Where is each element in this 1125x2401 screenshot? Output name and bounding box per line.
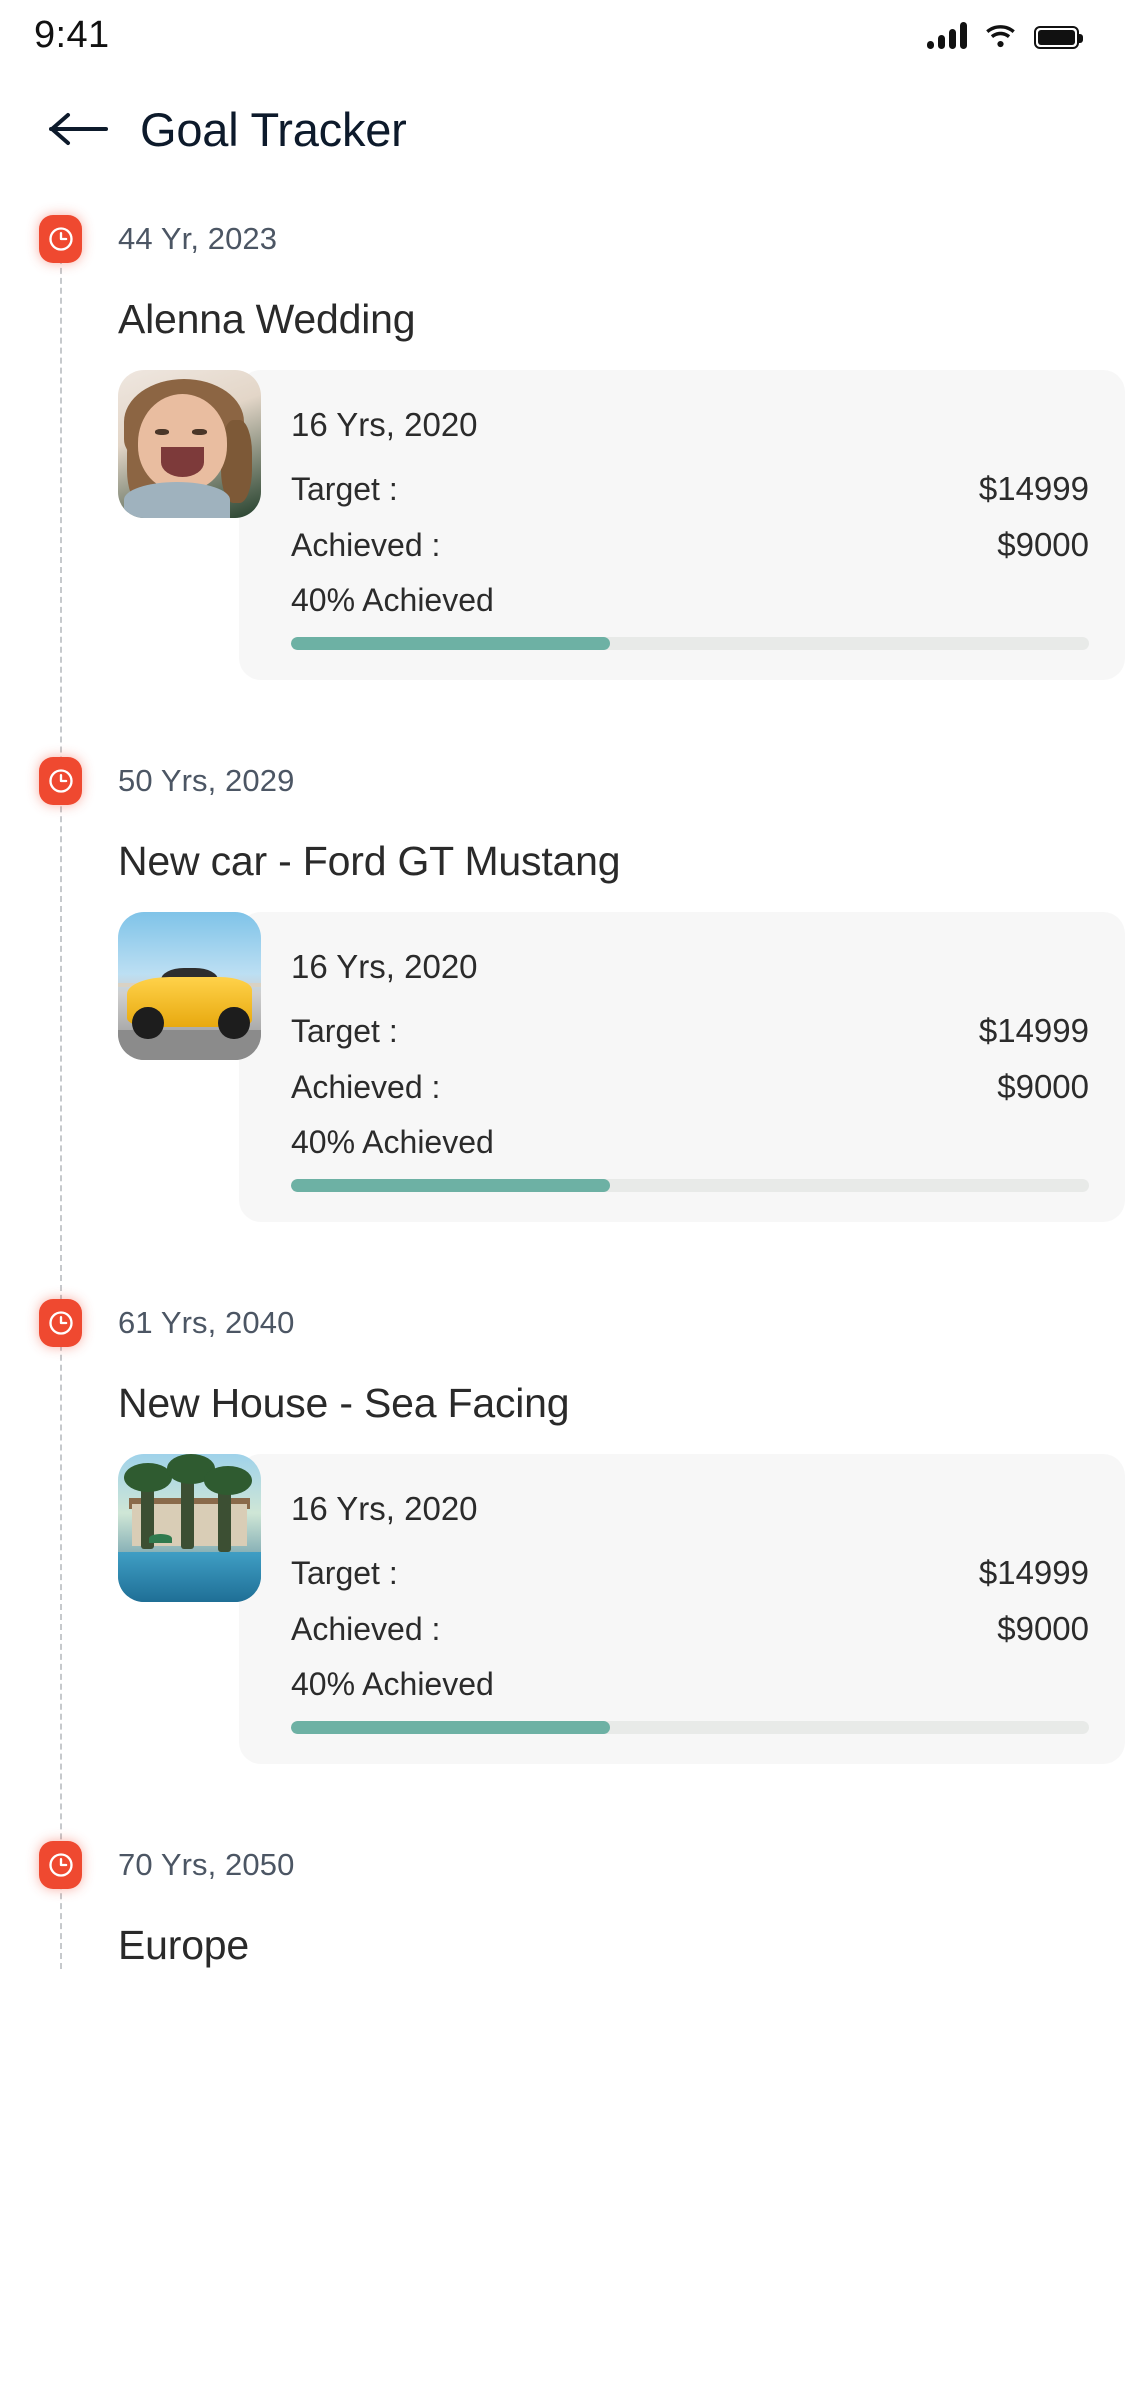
goal-detail-row: 16 Yrs, 2020 Target : $14999 Achieved : …: [118, 912, 1125, 1222]
entry-spacer: [0, 680, 1125, 750]
goal-detail-row: 16 Yrs, 2020 Target : $14999 Achieved : …: [118, 1454, 1125, 1764]
goal-target-value: $14999: [978, 470, 1089, 507]
goal-percent-label: 40% Achieved: [291, 1666, 494, 1702]
goal-achieved-line: Achieved : $9000: [291, 1068, 1089, 1106]
goal-entry-header: 70 Yrs, 2050: [39, 1834, 1125, 1896]
battery-icon: [1034, 26, 1083, 49]
clock-icon: [39, 1299, 82, 1347]
goal-thumbnail[interactable]: [118, 1454, 261, 1602]
goal-achieved-label: Achieved :: [291, 1611, 441, 1647]
goal-target-value: $14999: [978, 1012, 1089, 1049]
goal-date: 50 Yrs, 2029: [118, 763, 295, 798]
back-button[interactable]: [48, 109, 110, 149]
status-icons: [927, 21, 1083, 49]
goal-thumbnail[interactable]: [118, 912, 261, 1060]
goal-title: New House - Sea Facing: [118, 1380, 570, 1426]
goal-entry-header: 50 Yrs, 2029: [39, 750, 1125, 812]
goal-detail-row: 16 Yrs, 2020 Target : $14999 Achieved : …: [118, 370, 1125, 680]
goal-thumbnail[interactable]: [118, 370, 261, 518]
goal-card: 16 Yrs, 2020 Target : $14999 Achieved : …: [239, 370, 1125, 680]
goal-achieved-line: Achieved : $9000: [291, 526, 1089, 564]
entry-spacer: [0, 1222, 1125, 1292]
app-header: Goal Tracker: [0, 70, 1125, 188]
goal-card: 16 Yrs, 2020 Target : $14999 Achieved : …: [239, 1454, 1125, 1764]
goal-title: Europe: [118, 1922, 250, 1968]
goal-entry-header: 44 Yr, 2023: [39, 208, 1125, 270]
goal-card-date: 16 Yrs, 2020: [291, 948, 478, 985]
goal-achieved-value: $9000: [997, 1068, 1089, 1105]
entry-spacer: [0, 1764, 1125, 1834]
goal-card-date: 16 Yrs, 2020: [291, 406, 478, 443]
goal-progress-bar: [291, 1179, 1089, 1192]
goal-title: Alenna Wedding: [118, 296, 416, 342]
goal-card-date: 16 Yrs, 2020: [291, 1490, 478, 1527]
goal-achieved-line: Achieved : $9000: [291, 1610, 1089, 1648]
goal-percent-label: 40% Achieved: [291, 1124, 494, 1160]
goal-entry-header: 61 Yrs, 2040: [39, 1292, 1125, 1354]
clock-icon: [39, 757, 82, 805]
clock-icon: [39, 215, 82, 263]
signal-bars-icon: [927, 21, 967, 49]
goal-title: New car - Ford GT Mustang: [118, 838, 621, 884]
goal-progress-fill: [291, 637, 611, 650]
goal-target-line: Target : $14999: [291, 1012, 1089, 1050]
goal-target-label: Target :: [291, 1013, 398, 1049]
goal-achieved-label: Achieved :: [291, 527, 441, 563]
goal-target-label: Target :: [291, 1555, 398, 1591]
goal-achieved-value: $9000: [997, 1610, 1089, 1647]
goal-tracker-screen: 9:41 Goal Tracker 44 Yr, 2023 Alenna Wed…: [0, 0, 1125, 2401]
goal-progress-fill: [291, 1179, 611, 1192]
page-title: Goal Tracker: [140, 102, 407, 156]
goal-target-value: $14999: [978, 1554, 1089, 1591]
goal-date: 61 Yrs, 2040: [118, 1305, 295, 1340]
goal-target-label: Target :: [291, 471, 398, 507]
goal-timeline: 44 Yr, 2023 Alenna Wedding 16 Yrs, 2020: [0, 188, 1125, 1969]
goal-progress-bar: [291, 1721, 1089, 1734]
goal-percent-label: 40% Achieved: [291, 582, 494, 618]
goal-entry[interactable]: 50 Yrs, 2029 New car - Ford GT Mustang 1…: [0, 750, 1125, 1222]
goal-progress-fill: [291, 1721, 611, 1734]
wifi-icon: [984, 23, 1017, 49]
goal-entry[interactable]: 70 Yrs, 2050 Europe: [0, 1834, 1125, 1969]
status-bar: 9:41: [0, 0, 1125, 70]
status-time: 9:41: [34, 13, 110, 56]
goal-card: 16 Yrs, 2020 Target : $14999 Achieved : …: [239, 912, 1125, 1222]
goal-entry[interactable]: 61 Yrs, 2040 New House - Sea Facing 16 Y…: [0, 1292, 1125, 1764]
goal-achieved-label: Achieved :: [291, 1069, 441, 1105]
goal-target-line: Target : $14999: [291, 1554, 1089, 1592]
goal-entry[interactable]: 44 Yr, 2023 Alenna Wedding 16 Yrs, 2020: [0, 208, 1125, 680]
goal-target-line: Target : $14999: [291, 470, 1089, 508]
goal-achieved-value: $9000: [997, 526, 1089, 563]
clock-icon: [39, 1841, 82, 1889]
goal-date: 44 Yr, 2023: [118, 221, 278, 256]
goal-date: 70 Yrs, 2050: [118, 1847, 295, 1882]
goal-progress-bar: [291, 637, 1089, 650]
